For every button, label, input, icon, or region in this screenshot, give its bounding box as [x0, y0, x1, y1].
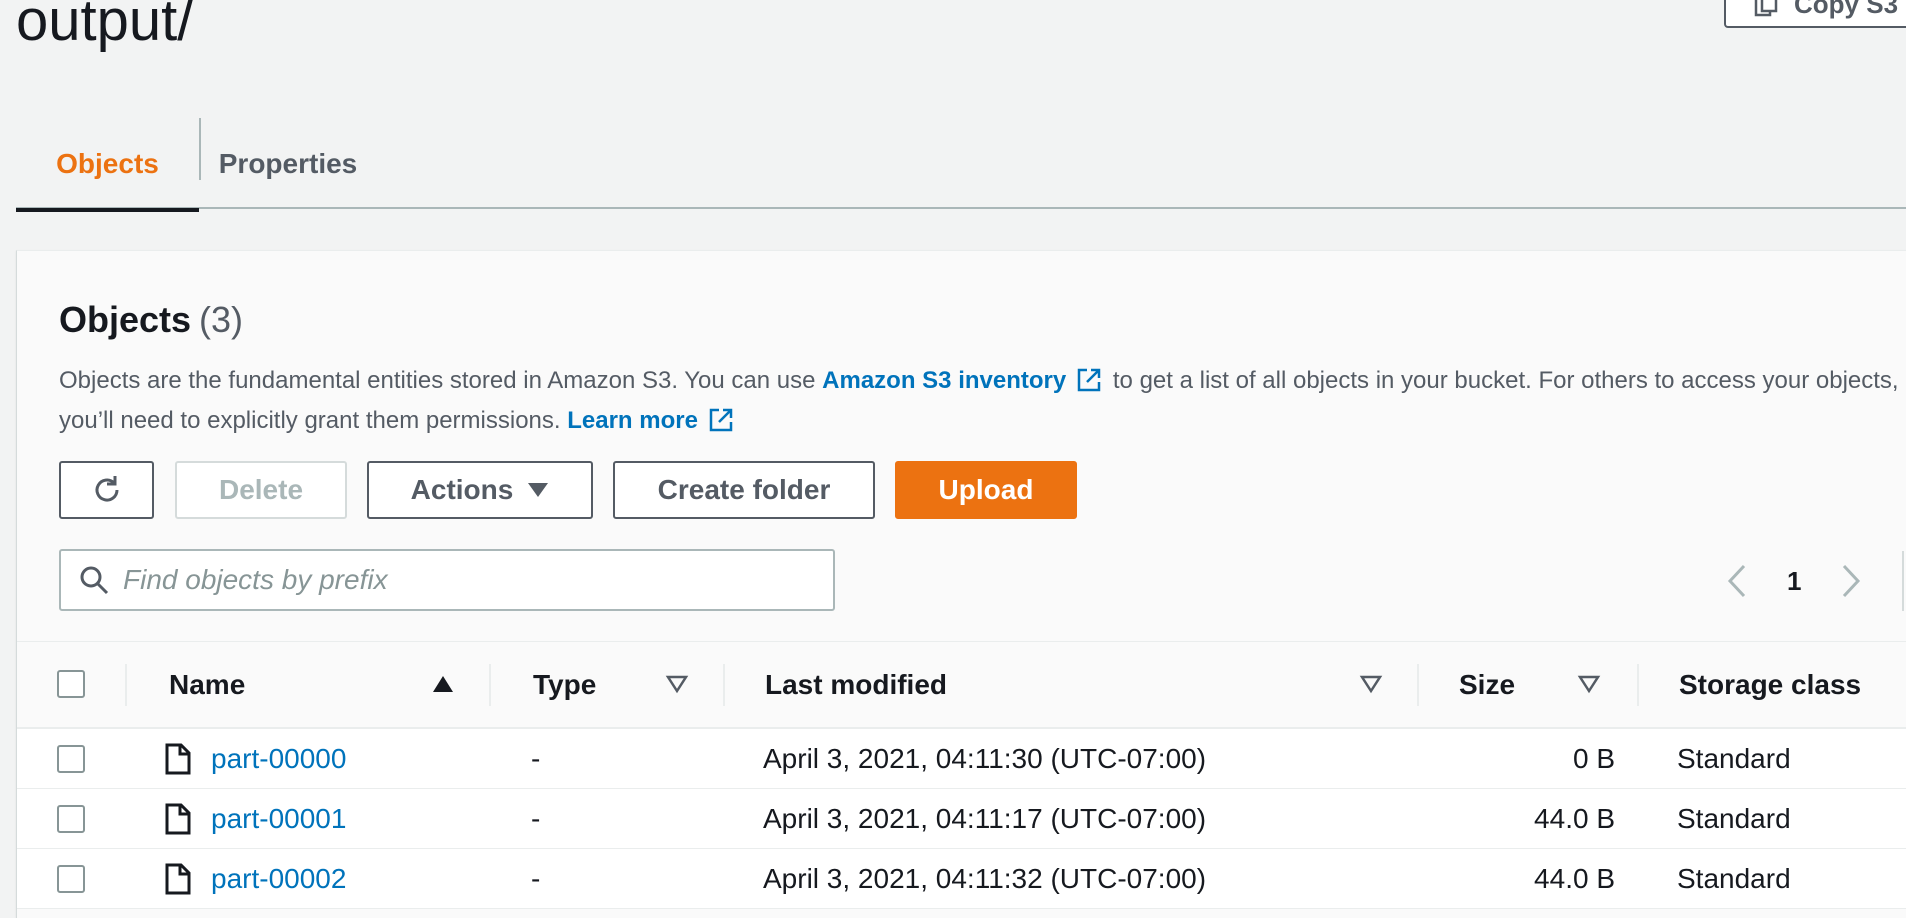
create-folder-button[interactable]: Create folder: [613, 461, 875, 519]
column-separator: [1637, 664, 1639, 706]
sort-ascending-icon[interactable]: [431, 674, 455, 694]
column-header-last-modified[interactable]: Last modified: [765, 642, 947, 728]
search-input[interactable]: [123, 564, 833, 596]
name-cell: part-00002: [165, 849, 346, 909]
objects-table: Name Type Last modified Size Storage cla…: [17, 641, 1906, 909]
table-header: Name Type Last modified Size Storage cla…: [17, 641, 1906, 729]
object-link[interactable]: part-00002: [211, 863, 346, 895]
column-header-size[interactable]: Size: [1459, 642, 1515, 728]
column-separator: [125, 664, 127, 706]
size-cell: 0 B: [1572, 743, 1615, 774]
storage-class-cell: Standard: [1677, 743, 1791, 774]
tab-objects[interactable]: Objects: [16, 118, 199, 212]
learn-more-link-label: Learn more: [567, 407, 698, 434]
external-link-icon: [1077, 368, 1101, 392]
object-link[interactable]: part-00000: [211, 743, 346, 775]
last-modified-cell: April 3, 2021, 04:11:17 (UTC-07:00): [763, 803, 1207, 834]
description-text-1: Objects are the fundamental entities sto…: [59, 367, 816, 394]
page-title: output/: [16, 0, 194, 53]
object-link[interactable]: part-00001: [211, 803, 346, 835]
objects-description: Objects are the fundamental entities sto…: [59, 361, 1906, 441]
name-cell: part-00000: [165, 729, 346, 789]
refresh-button[interactable]: [59, 461, 154, 519]
storage-class-cell: Standard: [1677, 863, 1791, 894]
table-row: part-00002 - April 3, 2021, 04:11:32 (UT…: [17, 849, 1906, 909]
objects-panel: Objects (3) Objects are the fundamental e…: [16, 250, 1906, 918]
table-row: part-00001 - April 3, 2021, 04:11:17 (UT…: [17, 789, 1906, 849]
size-cell: 44.0 B: [1534, 863, 1615, 894]
last-modified-cell: April 3, 2021, 04:11:32 (UTC-07:00): [763, 863, 1207, 894]
row-checkbox[interactable]: [57, 865, 85, 893]
column-separator: [1417, 664, 1419, 706]
caret-down-icon: [528, 483, 549, 497]
upload-button[interactable]: Upload: [895, 461, 1077, 519]
last-modified-cell: April 3, 2021, 04:11:30 (UTC-07:00): [763, 743, 1207, 774]
row-checkbox[interactable]: [57, 805, 85, 833]
column-header-name[interactable]: Name: [169, 642, 245, 728]
storage-class-cell: Standard: [1677, 803, 1791, 834]
column-separator: [489, 664, 491, 706]
copy-icon: [1754, 0, 1778, 17]
s3-inventory-link-label: Amazon S3 inventory: [822, 367, 1067, 394]
pagination: 1: [1727, 551, 1861, 611]
table-row: part-00000 - April 3, 2021, 04:11:30 (UT…: [17, 729, 1906, 789]
type-cell: -: [531, 743, 541, 774]
learn-more-link[interactable]: Learn more: [567, 407, 738, 434]
file-icon: [165, 863, 191, 895]
search-icon: [80, 566, 109, 595]
actions-button[interactable]: Actions: [367, 461, 593, 519]
delete-button[interactable]: Delete: [175, 461, 347, 519]
s3-inventory-link[interactable]: Amazon S3 inventory: [822, 367, 1106, 394]
sort-icon[interactable]: [1577, 674, 1601, 694]
select-all-checkbox[interactable]: [57, 670, 85, 698]
column-separator: [723, 664, 725, 706]
copy-s3-uri-button[interactable]: Copy S3: [1724, 0, 1906, 28]
file-icon: [165, 803, 191, 835]
name-cell: part-00001: [165, 789, 346, 849]
tab-properties[interactable]: Properties: [201, 118, 375, 209]
external-link-icon: [709, 408, 733, 432]
sort-icon[interactable]: [1359, 674, 1383, 694]
copy-button-label: Copy S3: [1794, 0, 1899, 19]
sort-icon[interactable]: [665, 674, 689, 694]
type-cell: -: [531, 863, 541, 894]
description-text-2: to get a list of all objects in your buc…: [1112, 367, 1899, 394]
pager-divider: [1902, 551, 1904, 611]
page-number[interactable]: 1: [1787, 566, 1801, 597]
refresh-icon: [95, 476, 119, 502]
row-checkbox[interactable]: [57, 745, 85, 773]
description-text-3: you’ll need to explicitly grant them per…: [59, 407, 561, 434]
chevron-left-icon[interactable]: [1727, 564, 1747, 598]
objects-count: (3): [199, 299, 244, 340]
objects-heading-label: Objects: [59, 299, 192, 340]
objects-heading: Objects (3): [59, 299, 243, 341]
column-header-storage-class[interactable]: Storage class: [1679, 642, 1861, 728]
column-header-type[interactable]: Type: [533, 642, 596, 728]
actions-label: Actions: [410, 474, 514, 505]
file-icon: [165, 743, 191, 775]
search-box: [59, 549, 835, 611]
size-cell: 44.0 B: [1534, 803, 1615, 834]
type-cell: -: [531, 803, 541, 834]
chevron-right-icon[interactable]: [1841, 564, 1861, 598]
tab-bar: Objects Properties: [16, 118, 1906, 212]
